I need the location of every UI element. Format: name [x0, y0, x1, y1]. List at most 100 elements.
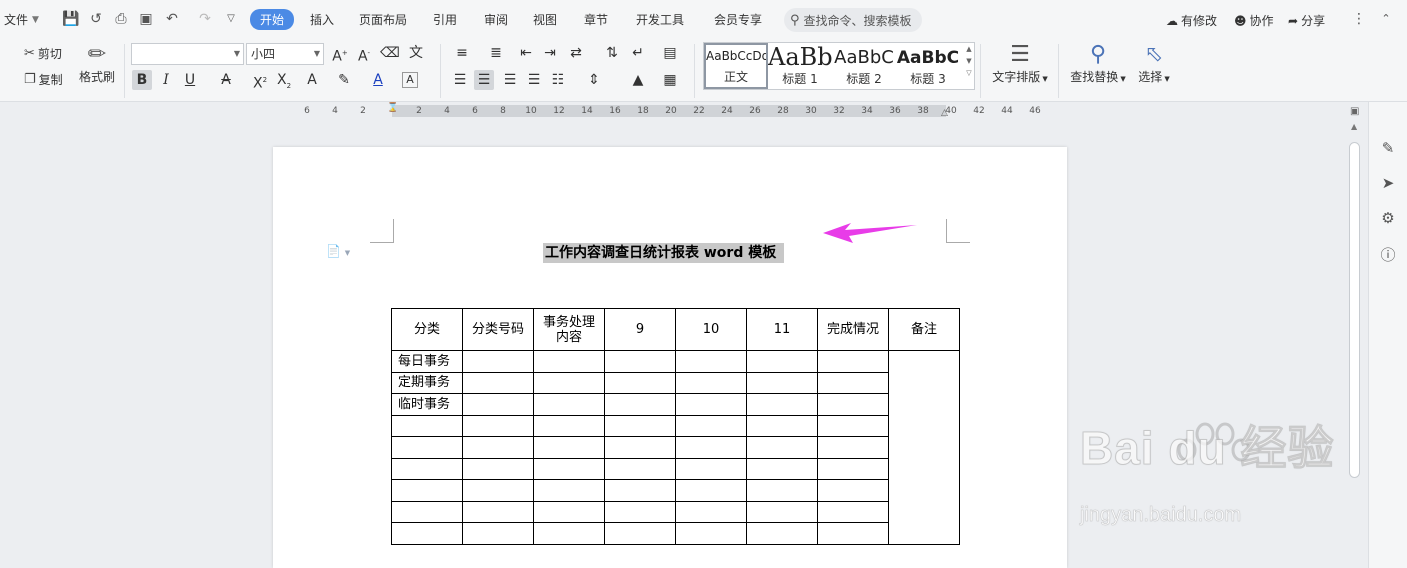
shading-icon[interactable]: ▲	[628, 70, 648, 90]
table-cell[interactable]	[462, 371, 534, 394]
text-layout-button[interactable]: ☰ 文字排版 ▼	[990, 42, 1050, 85]
collaborate-button[interactable]: ☻ 协作	[1234, 12, 1274, 29]
table-cell[interactable]	[746, 522, 818, 545]
file-menu[interactable]: 文件 ▼	[4, 11, 39, 28]
font-size-select[interactable]: 小四 ▼	[246, 43, 324, 65]
table-cell[interactable]	[817, 371, 889, 394]
strikethrough-icon[interactable]: A	[216, 70, 236, 90]
undo-icon[interactable]: ↶	[163, 10, 181, 28]
table-row-label[interactable]: 临时事务	[391, 393, 463, 416]
right-indent-marker-icon[interactable]: △	[941, 108, 948, 118]
horizontal-ruler[interactable]: 6 4 2 2 4 6 8 10 12 14 16 18 20 22 24 26 28 30 32 34 36 38 40 4…	[0, 102, 1346, 120]
table-cell[interactable]	[746, 436, 818, 459]
table-cell[interactable]	[817, 414, 889, 437]
find-replace-button[interactable]: ⚲ 查找替换 ▼	[1068, 42, 1128, 85]
style-gallery-scroll[interactable]: ▲ ▼ ▽	[964, 43, 974, 91]
table-cell[interactable]	[604, 371, 676, 394]
table-header-cell[interactable]: 分类号码	[462, 308, 534, 351]
document-page[interactable]: 📄 ▼ 工作内容调查日统计报表 word 模板 分类 分类号码 事务处理内容 9…	[273, 147, 1067, 568]
align-center-icon[interactable]: ☰	[474, 70, 494, 90]
cursor-icon[interactable]: ➤	[1378, 173, 1398, 193]
borders-icon[interactable]: ▦	[660, 70, 680, 90]
scroll-up-icon[interactable]: ▲	[1351, 122, 1357, 131]
table-header-cell[interactable]: 9	[604, 308, 676, 351]
scrollbar-thumb[interactable]	[1349, 142, 1360, 478]
tab-references[interactable]: 引用	[433, 11, 457, 28]
table-cell[interactable]	[817, 500, 889, 523]
document-title[interactable]: 工作内容调查日统计报表 word 模板	[543, 243, 785, 263]
style-heading-2[interactable]: AaBbC 标题 2	[832, 43, 896, 89]
table-row-label[interactable]	[391, 522, 463, 545]
table-cell[interactable]	[533, 371, 605, 394]
character-border-icon[interactable]: A	[402, 72, 418, 88]
table-header-cell[interactable]: 10	[675, 308, 747, 351]
table-cell[interactable]	[533, 436, 605, 459]
font-color-icon[interactable]: A	[368, 70, 388, 90]
print-preview-icon[interactable]: ▣	[137, 10, 155, 28]
table-cell[interactable]	[675, 393, 747, 416]
format-painter-button[interactable]: ✏ 格式刷	[78, 42, 116, 85]
subscript-icon[interactable]: X2	[274, 70, 294, 90]
command-search[interactable]: ⚲ 查找命令、搜索模板	[784, 8, 922, 32]
distribute-icon[interactable]: ☷	[548, 70, 568, 90]
copy-button[interactable]: ❐ 复制	[24, 71, 63, 88]
table-cell[interactable]	[746, 500, 818, 523]
sort-icon[interactable]: ⇅	[602, 43, 622, 63]
text-direction-icon[interactable]: ⇄	[566, 43, 586, 63]
table-cell[interactable]	[746, 393, 818, 416]
table-cell[interactable]	[533, 479, 605, 502]
table-cell[interactable]	[817, 393, 889, 416]
table-row-label[interactable]	[391, 414, 463, 437]
tab-review[interactable]: 审阅	[484, 11, 508, 28]
export-icon[interactable]: ↺	[87, 10, 105, 28]
table-cell[interactable]	[604, 350, 676, 373]
table-cell[interactable]	[604, 414, 676, 437]
table-cell[interactable]	[462, 436, 534, 459]
table-cell[interactable]	[675, 350, 747, 373]
table-row-label[interactable]: 定期事务	[391, 371, 463, 394]
underline-icon[interactable]: U	[180, 70, 200, 90]
table-cell[interactable]	[604, 479, 676, 502]
font-name-select[interactable]: ▼	[131, 43, 244, 65]
table-cell[interactable]	[533, 457, 605, 480]
table-cell[interactable]	[533, 414, 605, 437]
highlight-icon[interactable]: ✎	[334, 70, 354, 90]
table-cell[interactable]	[675, 371, 747, 394]
cut-button[interactable]: ✂ 剪切	[24, 45, 62, 62]
table-cell[interactable]	[746, 350, 818, 373]
table-cell[interactable]	[462, 500, 534, 523]
decrease-font-icon[interactable]: A-	[354, 43, 374, 65]
tab-insert[interactable]: 插入	[310, 11, 334, 28]
align-left-icon[interactable]: ☰	[450, 70, 470, 90]
italic-icon[interactable]: I	[156, 70, 176, 90]
style-heading-1[interactable]: AaBb 标题 1	[768, 43, 832, 89]
table-cell[interactable]	[533, 522, 605, 545]
tab-home[interactable]: 开始	[250, 9, 295, 30]
save-icon[interactable]: 💾	[62, 10, 80, 28]
increase-font-icon[interactable]: A+	[330, 43, 350, 65]
pen-icon[interactable]: ✎	[1378, 138, 1398, 158]
table-header-cell[interactable]: 备注	[888, 308, 960, 351]
table-header-cell[interactable]: 分类	[391, 308, 463, 351]
table-row-label[interactable]	[391, 500, 463, 523]
table-cell[interactable]	[675, 436, 747, 459]
tab-page-layout[interactable]: 页面布局	[359, 11, 407, 28]
increase-indent-icon[interactable]: ⇥	[540, 43, 560, 63]
table-cell[interactable]	[462, 457, 534, 480]
more-options-icon[interactable]: ⋮	[1350, 10, 1368, 28]
settings-sliders-icon[interactable]: ⚙	[1378, 208, 1398, 228]
phonetic-guide-icon[interactable]: 文	[406, 43, 426, 63]
table-row-label[interactable]	[391, 457, 463, 480]
style-heading-3[interactable]: AaBbC 标题 3	[896, 43, 960, 89]
table-cell[interactable]	[746, 414, 818, 437]
tab-member[interactable]: 会员专享	[714, 11, 762, 28]
tab-section[interactable]: 章节	[584, 11, 608, 28]
table-cell[interactable]	[462, 393, 534, 416]
align-right-icon[interactable]: ☰	[500, 70, 520, 90]
table-cell[interactable]	[604, 393, 676, 416]
customize-toolbar-icon[interactable]: ▽	[222, 10, 240, 28]
table-cell[interactable]	[746, 479, 818, 502]
collapse-ribbon-icon[interactable]: ⌃	[1377, 10, 1395, 28]
table-cell[interactable]	[462, 350, 534, 373]
table-cell[interactable]	[604, 500, 676, 523]
